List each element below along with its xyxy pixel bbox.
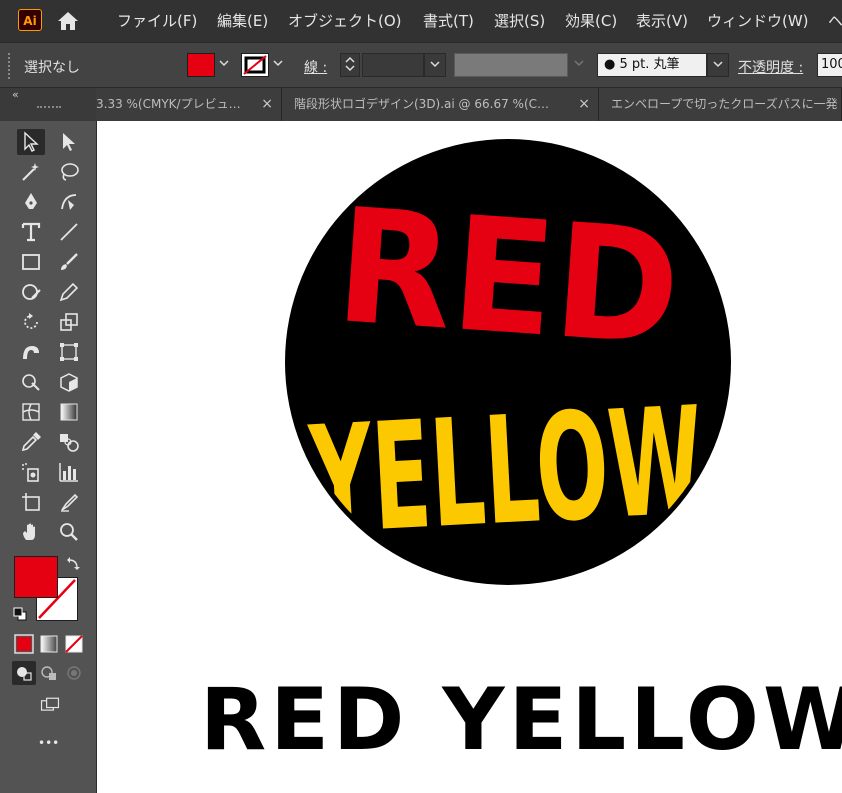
- rectangle-tool-icon[interactable]: [17, 249, 45, 275]
- menu-bar: Ai ファイル(F) 編集(E) オブジェクト(O) 書式(T) 選択(S) 効…: [0, 0, 842, 42]
- type-tool-icon[interactable]: [17, 219, 45, 245]
- menu-edit[interactable]: 編集(E): [217, 10, 268, 31]
- magic-wand-tool-icon[interactable]: [17, 159, 45, 185]
- slice-tool-icon[interactable]: [55, 489, 83, 515]
- brush-dropdown-icon[interactable]: [707, 53, 729, 77]
- close-icon[interactable]: ×: [578, 88, 590, 121]
- scale-tool-icon[interactable]: [55, 309, 83, 335]
- menu-object[interactable]: オブジェクト(O): [288, 10, 402, 31]
- fill-color-box[interactable]: [14, 556, 58, 598]
- fill-swatch[interactable]: [187, 53, 215, 77]
- tab-title: 階段形状ロゴデザイン(3D).ai @ 66.67 %(C…: [294, 97, 550, 111]
- opacity-field[interactable]: 100: [817, 53, 842, 77]
- menu-type[interactable]: 書式(T): [423, 10, 474, 31]
- draw-inside-icon[interactable]: [62, 661, 86, 685]
- lasso-tool-icon[interactable]: [55, 159, 83, 185]
- default-fill-stroke-icon[interactable]: [13, 606, 27, 625]
- screen-mode-icon[interactable]: [35, 692, 65, 718]
- mesh-tool-icon[interactable]: [17, 399, 45, 425]
- symbol-sprayer-tool-icon[interactable]: [17, 459, 45, 485]
- fill-dropdown-icon[interactable]: [214, 53, 234, 77]
- warp-tool-icon[interactable]: [17, 339, 45, 365]
- toolbar-header: «: [0, 88, 96, 121]
- color-mode-icon[interactable]: [12, 632, 36, 656]
- menu-window[interactable]: ウィンドウ(W): [707, 10, 809, 31]
- control-bar: 選択なし 線 : ● 5 pt. 丸筆 不透明度 : 100: [0, 42, 842, 88]
- red-word: RED: [331, 175, 685, 382]
- toolbar-grip[interactable]: [37, 106, 61, 112]
- none-mode-icon[interactable]: [62, 632, 86, 656]
- stroke-weight-field[interactable]: [362, 53, 424, 77]
- grip-handle[interactable]: [8, 53, 14, 79]
- brush-definition[interactable]: ● 5 pt. 丸筆: [597, 53, 707, 77]
- 3d-perspective-tool-icon[interactable]: [55, 369, 83, 395]
- stroke-swatch[interactable]: [241, 53, 269, 77]
- rotate-tool-icon[interactable]: [17, 309, 45, 335]
- app-logo: Ai: [18, 9, 42, 31]
- yellow-word: YELLOW: [305, 375, 707, 567]
- collapse-icon[interactable]: «: [12, 88, 19, 101]
- menu-select[interactable]: 選択(S): [494, 10, 545, 31]
- stroke-dropdown-icon[interactable]: [268, 53, 288, 77]
- column-graph-tool-icon[interactable]: [55, 459, 83, 485]
- selection-status: 選択なし: [24, 60, 80, 76]
- caption-heading: RED YELLOW: [200, 670, 842, 770]
- menu-effect[interactable]: 効果(C): [565, 10, 617, 31]
- opacity-label[interactable]: 不透明度 :: [738, 57, 803, 77]
- menu-file[interactable]: ファイル(F): [117, 10, 197, 31]
- menu-view[interactable]: 表示(V): [636, 10, 688, 31]
- stroke-label[interactable]: 線 :: [304, 57, 327, 77]
- more-tools-icon[interactable]: •••: [38, 736, 59, 750]
- swap-fill-stroke-icon[interactable]: [66, 556, 82, 576]
- curvature-tool-icon[interactable]: [55, 189, 83, 215]
- stroke-weight-dropdown-icon[interactable]: [424, 53, 446, 77]
- gradient-mode-icon[interactable]: [37, 632, 61, 656]
- tab-document-1[interactable]: 3.33 %(CMYK/プレビュ… ×: [96, 88, 282, 121]
- eyedropper-tool-icon[interactable]: [17, 429, 45, 455]
- tab-document-3[interactable]: エンベロープで切ったクローズパスに一発: [599, 88, 842, 121]
- shaper-tool-icon[interactable]: [17, 279, 45, 305]
- zoom-tool-icon[interactable]: [55, 519, 83, 545]
- brush-dot-icon: ●: [604, 57, 616, 72]
- tab-title: エンベロープで切ったクローズパスに一発: [611, 97, 838, 111]
- tab-title: 3.33 %(CMYK/プレビュ…: [96, 97, 241, 111]
- home-icon[interactable]: [56, 10, 80, 36]
- draw-normal-icon[interactable]: [12, 661, 36, 685]
- eyedropper-pencil-icon[interactable]: [55, 279, 83, 305]
- shape-builder-tool-icon[interactable]: [17, 369, 45, 395]
- direct-selection-tool-icon[interactable]: [55, 129, 83, 155]
- variable-width-profile[interactable]: [454, 53, 568, 77]
- menu-help[interactable]: ヘ: [828, 10, 842, 31]
- brush-value: 5 pt. 丸筆: [619, 57, 680, 72]
- selection-tool-icon[interactable]: [17, 129, 45, 155]
- pen-tool-icon[interactable]: [17, 189, 45, 215]
- hand-tool-icon[interactable]: [17, 519, 45, 545]
- stroke-weight-stepper[interactable]: [340, 53, 360, 77]
- gradient-tool-icon[interactable]: [55, 399, 83, 425]
- close-icon[interactable]: ×: [261, 88, 273, 121]
- paintbrush-tool-icon[interactable]: [55, 249, 83, 275]
- draw-behind-icon[interactable]: [37, 661, 61, 685]
- tab-document-2[interactable]: 階段形状ロゴデザイン(3D).ai @ 66.67 %(C… ×: [282, 88, 599, 121]
- blend-tool-icon[interactable]: [55, 429, 83, 455]
- artboard-tool-icon[interactable]: [17, 489, 45, 515]
- free-transform-tool-icon[interactable]: [55, 339, 83, 365]
- profile-dropdown-icon[interactable]: [568, 53, 590, 77]
- line-segment-tool-icon[interactable]: [55, 219, 83, 245]
